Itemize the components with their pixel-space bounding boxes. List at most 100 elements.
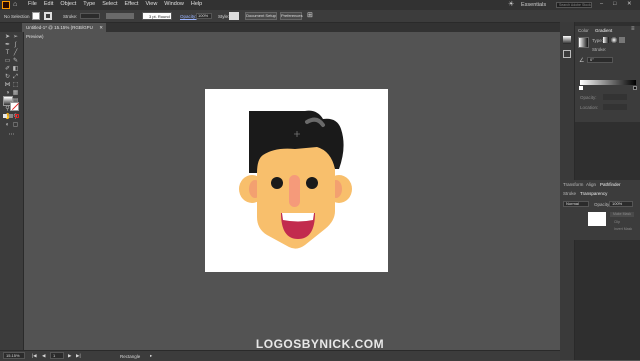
- screen-mode-icon[interactable]: ▢: [12, 122, 19, 128]
- none-mode-icon[interactable]: [15, 114, 19, 118]
- rotate-tool-icon[interactable]: ↻: [4, 74, 11, 80]
- selection-tool-icon[interactable]: ➤: [4, 34, 11, 40]
- color-mode-icon[interactable]: [3, 114, 7, 118]
- menu-type[interactable]: Type: [83, 1, 95, 7]
- next-artboard-icon[interactable]: ▶: [68, 353, 71, 359]
- tab-transparency[interactable]: Transparency: [580, 191, 607, 196]
- previous-artboard-icon[interactable]: ◀: [42, 353, 45, 359]
- close-icon[interactable]: ✕: [627, 1, 632, 7]
- right-panel-dock: Color Gradient ≡ Type: Stroke: ∠ 0° Opac…: [560, 22, 640, 360]
- panel-menu-icon[interactable]: ≡: [631, 26, 635, 32]
- menu-help[interactable]: Help: [191, 1, 202, 7]
- direct-selection-tool-icon[interactable]: ➢: [12, 34, 19, 40]
- fill-swatch[interactable]: [32, 12, 40, 20]
- radial-gradient-icon[interactable]: [611, 37, 617, 43]
- menu-select[interactable]: Select: [102, 1, 117, 7]
- linear-gradient-icon[interactable]: [603, 37, 609, 43]
- eraser-tool-icon[interactable]: ◧: [12, 66, 19, 72]
- stroke-swatch[interactable]: [44, 12, 52, 20]
- paintbrush-tool-icon[interactable]: ✎: [12, 58, 19, 64]
- stroke-weight-field[interactable]: [80, 13, 100, 19]
- scale-tool-icon[interactable]: ⤢: [12, 74, 19, 80]
- first-artboard-icon[interactable]: |◀: [32, 353, 37, 359]
- line-tool-icon[interactable]: ╱: [12, 50, 19, 56]
- tab-color[interactable]: Color: [578, 28, 589, 33]
- gradient-mode-icon[interactable]: [9, 114, 13, 118]
- invert-mask-checkbox[interactable]: Invert Mask: [614, 227, 632, 231]
- menu-window[interactable]: Window: [164, 1, 184, 7]
- tab-stroke[interactable]: Stroke: [563, 191, 576, 196]
- angle-field[interactable]: 0°: [587, 57, 613, 63]
- last-artboard-icon[interactable]: ▶|: [76, 353, 81, 359]
- clip-checkbox[interactable]: Clip: [614, 220, 620, 224]
- graphic-style-swatch[interactable]: [229, 12, 239, 20]
- gradient-location-field[interactable]: [603, 104, 627, 110]
- gradient-panel-icon[interactable]: [563, 36, 571, 44]
- close-tab-icon[interactable]: ✕: [99, 23, 103, 32]
- minimize-icon[interactable]: –: [600, 1, 603, 7]
- variable-width-profile[interactable]: [106, 13, 134, 19]
- workspace-switcher[interactable]: Essentials: [521, 2, 546, 8]
- style-label: Style:: [218, 14, 230, 19]
- gradient-panel: Color Gradient ≡ Type: Stroke: ∠ 0° Opac…: [575, 26, 640, 122]
- document-tab[interactable]: Untitled-1* @ 15.15% (RGB/GPU Preview) ✕: [22, 23, 106, 39]
- rectangle-tool-icon[interactable]: ▭: [4, 58, 11, 64]
- menu-file[interactable]: File: [28, 1, 37, 7]
- perspective-grid-tool-icon[interactable]: ▦: [12, 90, 19, 96]
- lightbulb-icon[interactable]: ☀: [508, 0, 514, 8]
- edit-toolbar-icon[interactable]: ⋯: [8, 132, 15, 138]
- stroke-label: Stroke:: [592, 47, 607, 52]
- status-menu-icon[interactable]: ▸: [150, 353, 152, 359]
- location-label: Location:: [580, 105, 599, 110]
- left-eye: [271, 177, 283, 189]
- color-panel-icon[interactable]: [563, 50, 571, 58]
- opacity-label: Opacity:: [580, 95, 597, 100]
- tab-transform[interactable]: Transform: [563, 182, 583, 187]
- current-tool-name: Rectangle: [120, 354, 141, 359]
- tools-panel: ➤ ➢ ✒ ∫ T ╱ ▭ ✎ ✐ ◧ ↻ ⤢ ⋈ ⬚ ◑ ▦ ⊞ ▤ ⚲ ◎ …: [0, 32, 24, 350]
- artboard[interactable]: [205, 89, 388, 272]
- transparency-opacity-field[interactable]: 100%: [609, 201, 633, 207]
- arrange-documents-icon[interactable]: ⊞: [307, 11, 313, 19]
- adobe-stock-search-input[interactable]: Search Adobe Stock: [556, 2, 592, 8]
- tab-pathfinder[interactable]: Pathfinder: [600, 182, 621, 187]
- curvature-tool-icon[interactable]: ∫: [12, 42, 19, 48]
- menu-edit[interactable]: Edit: [44, 1, 53, 7]
- zoom-field[interactable]: 15.15%: [3, 352, 25, 359]
- preferences-button[interactable]: Preferences: [280, 12, 303, 20]
- control-bar: No Selection Stroke: 3 pt. Round Opacity…: [0, 10, 640, 23]
- menu-view[interactable]: View: [145, 1, 157, 7]
- stroke-color-swatch[interactable]: [10, 102, 20, 111]
- gradient-slider[interactable]: [580, 80, 636, 85]
- watermark-text: LOGOSBYNICK.COM: [255, 337, 385, 351]
- maximize-icon[interactable]: □: [613, 1, 616, 7]
- gradient-stop-right[interactable]: [633, 86, 637, 90]
- blend-mode-select[interactable]: Normal: [563, 201, 589, 207]
- nose: [289, 175, 300, 207]
- illustrator-logo-icon: [2, 1, 10, 9]
- menu-bar: ⌂ File Edit Object Type Select Effect Vi…: [0, 0, 640, 10]
- document-tab-title: Untitled-1* @ 15.15% (RGB/GPU Preview): [26, 25, 93, 39]
- freeform-gradient-icon[interactable]: [619, 37, 625, 43]
- width-tool-icon[interactable]: ⋈: [4, 82, 11, 88]
- make-mask-button[interactable]: Make Mask: [610, 212, 634, 217]
- tab-gradient[interactable]: Gradient: [595, 28, 612, 33]
- type-tool-icon[interactable]: T: [4, 50, 11, 56]
- shaper-tool-icon[interactable]: ✐: [4, 66, 11, 72]
- gradient-preview-swatch[interactable]: [578, 37, 589, 48]
- gradient-opacity-field[interactable]: [603, 94, 627, 100]
- tab-align[interactable]: Align: [586, 182, 596, 187]
- pen-tool-icon[interactable]: ✒: [4, 42, 11, 48]
- opacity-label[interactable]: Opacity:: [180, 14, 197, 19]
- brush-definition[interactable]: 3 pt. Round: [142, 12, 172, 20]
- home-icon[interactable]: ⌂: [13, 1, 17, 8]
- draw-mode-icon[interactable]: ◐: [4, 122, 11, 128]
- face-illustration: [239, 110, 352, 249]
- free-transform-tool-icon[interactable]: ⬚: [12, 82, 19, 88]
- artboard-number-field[interactable]: 1: [50, 352, 64, 359]
- opacity-field[interactable]: 100%: [196, 13, 212, 19]
- document-setup-button[interactable]: Document Setup: [245, 12, 277, 20]
- gradient-stop-left[interactable]: [579, 86, 583, 90]
- menu-object[interactable]: Object: [60, 1, 76, 7]
- menu-effect[interactable]: Effect: [125, 1, 139, 7]
